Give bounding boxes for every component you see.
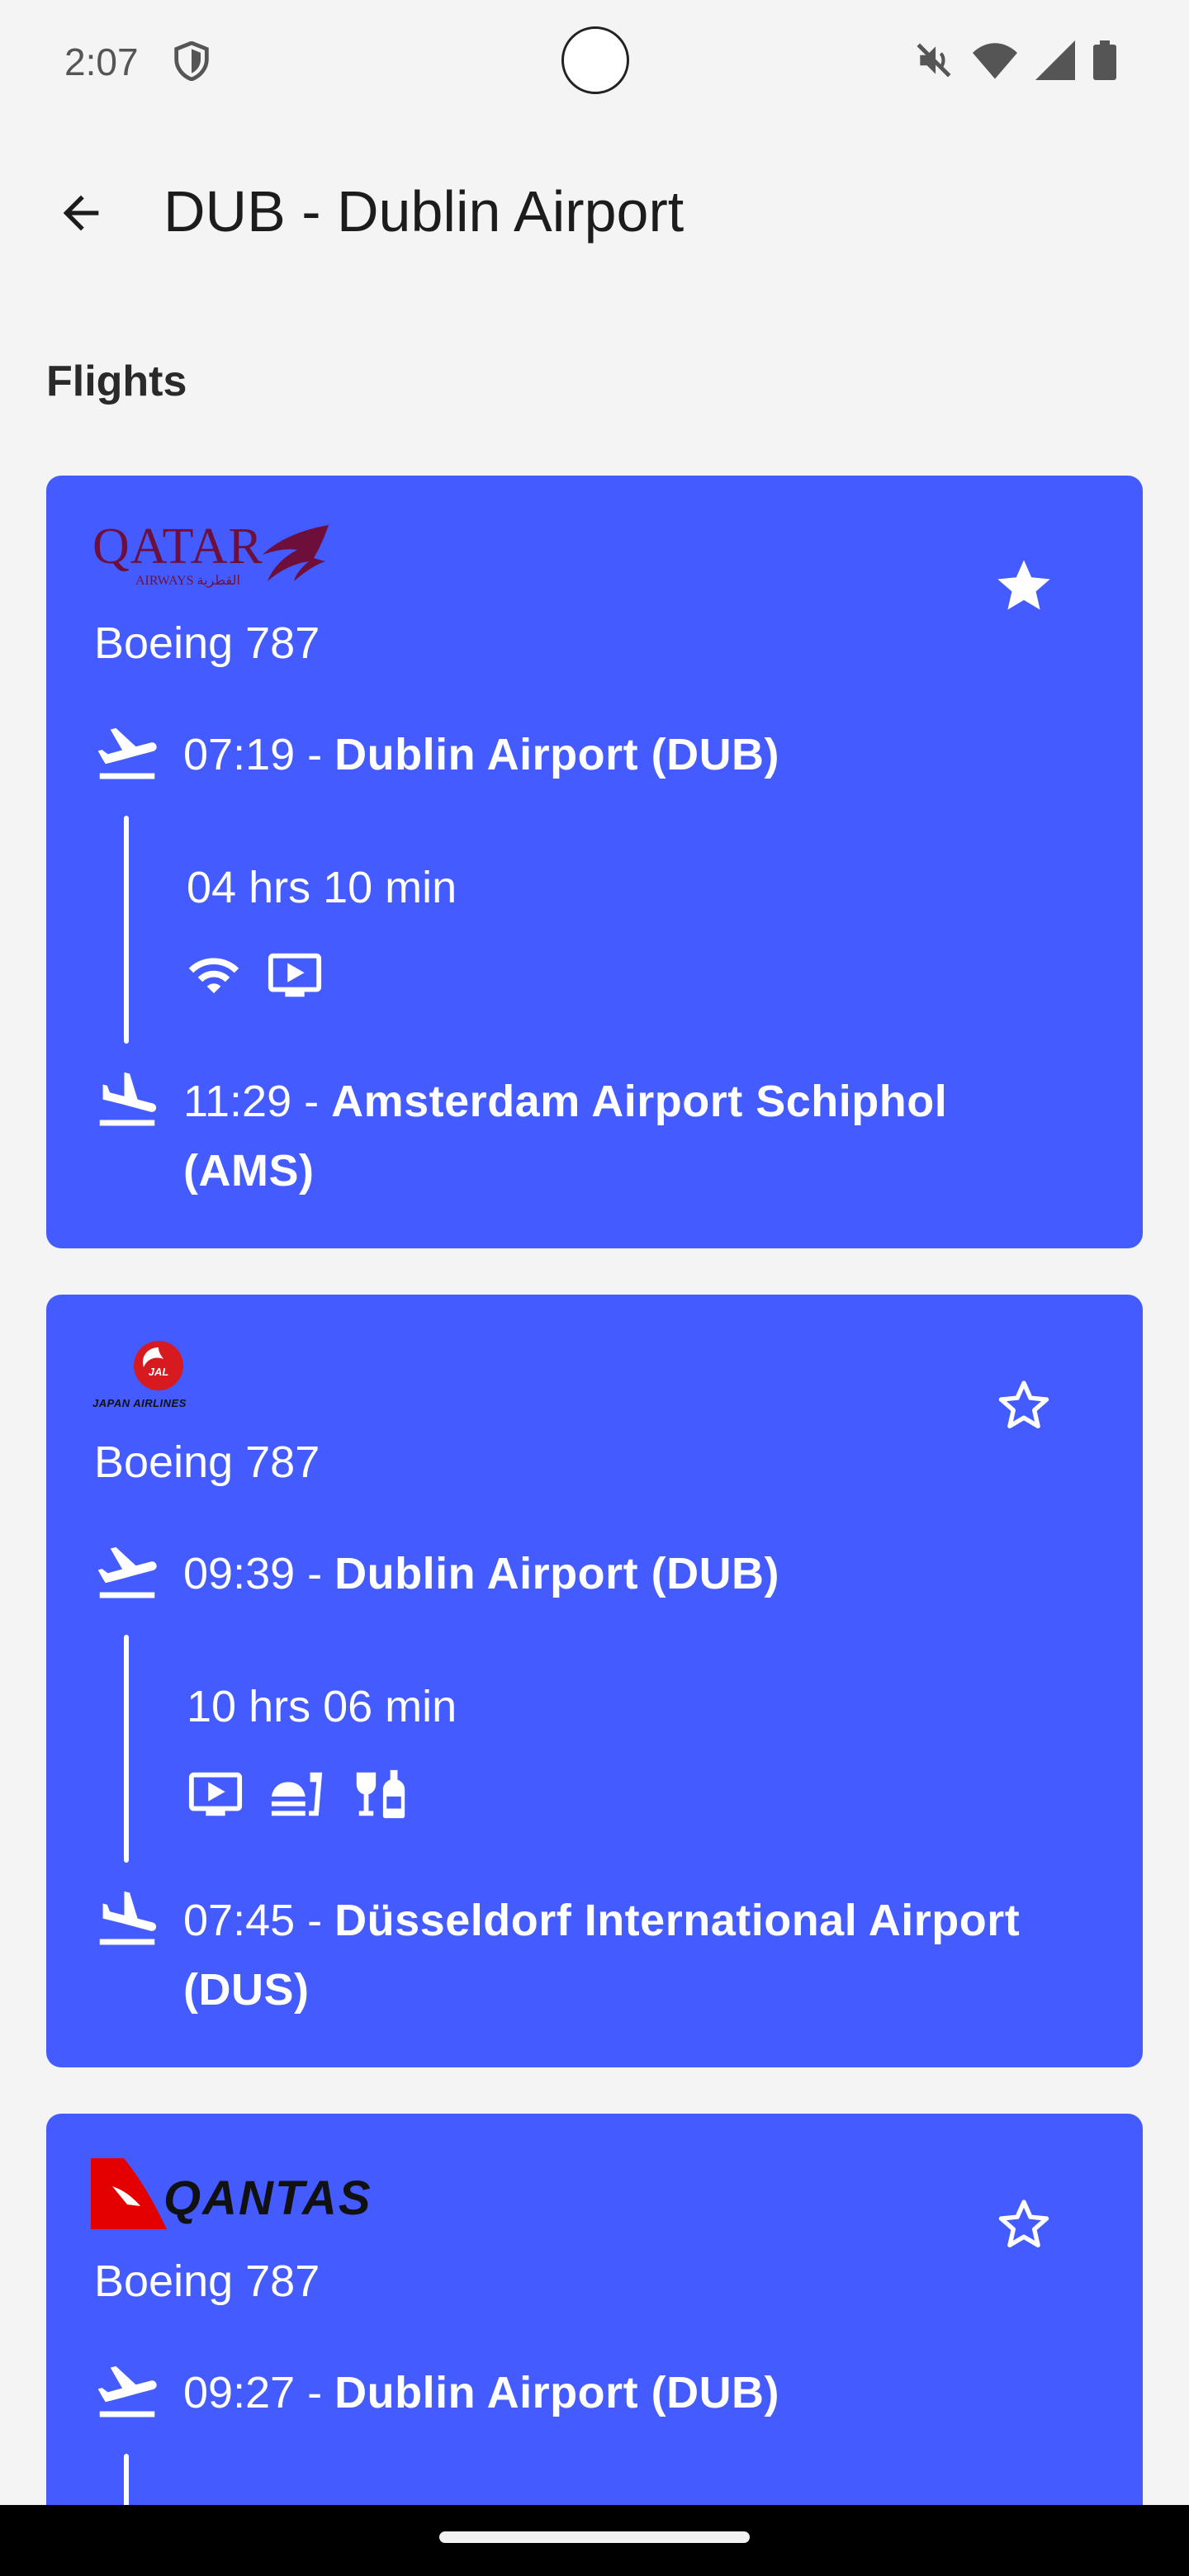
svg-text:QATAR: QATAR [92,522,263,575]
tv-icon [268,953,322,997]
separator: - [295,1549,335,1598]
arrival-time: 07:45 [183,1896,296,1945]
favorite-button[interactable] [983,545,1065,627]
airline-logo-qantas: QANTAS [91,2158,405,2235]
takeoff-icon [97,1546,157,1598]
section-title-flights: Flights [46,358,187,405]
svg-text:JAPAN AIRLINES: JAPAN AIRLINES [92,1397,187,1409]
aircraft-type: Boeing 787 [94,618,320,668]
separator: - [291,1077,332,1126]
takeoff-icon [97,727,157,779]
flight-duration: 10 hrs 06 min [187,1682,457,1731]
svg-text:JAL: JAL [149,1366,169,1378]
wifi-icon [188,958,239,993]
flight-duration: 04 hrs 10 min [187,863,457,912]
arrow-back-icon [63,195,99,231]
page-title: DUB - Dublin Airport [163,179,685,244]
timeline-line [124,816,129,1044]
airline-logo-jal: JAL JAPAN AIRLINES [92,1341,233,1414]
takeoff-icon [97,2365,157,2417]
amenities [187,946,324,1004]
star-filled-icon [997,560,1050,610]
aircraft-type: Boeing 787 [94,1437,320,1487]
flight-card[interactable]: JAL JAPAN AIRLINES Boeing 787 09:39 - Du… [46,1295,1143,2067]
separator: - [295,1896,335,1945]
top-app-bar: DUB - Dublin Airport [0,140,1189,289]
departure-airport: Dublin Airport (DUB) [334,730,780,779]
landing-icon [99,1891,157,1945]
wifi-icon [973,43,1017,79]
favorite-button[interactable] [983,2183,1065,2266]
screen: 2:07 DUB - Dublin Airport Flights QATAR … [0,0,1189,2576]
airline-logo-qatar: QATAR AIRWAYS القطرية [92,519,332,595]
gesture-nav-bar [0,2505,1189,2576]
camera-cutout [561,26,629,94]
battery-icon [1093,40,1116,80]
svg-text:AIRWAYS القطرية: AIRWAYS القطرية [135,574,240,588]
departure-row: 09:27 - Dublin Airport (DUB) [89,2358,1060,2427]
meal-icon [271,1772,323,1816]
tv-icon [188,1772,243,1816]
drinks-icon [356,1769,405,1819]
favorite-button[interactable] [983,1364,1065,1447]
departure-row: 07:19 - Dublin Airport (DUB) [89,720,1060,789]
departure-time: 09:39 [183,1549,296,1598]
signal-icon [1035,40,1075,80]
departure-time: 07:19 [183,730,296,779]
star-outline-icon [998,2200,1049,2248]
departure-airport: Dublin Airport (DUB) [334,2368,780,2417]
status-icons [913,40,1116,81]
back-button[interactable] [41,173,121,253]
amenities [187,1765,410,1823]
separator: - [295,2368,335,2417]
arrival-time: 11:29 [183,1077,292,1126]
departure-airport: Dublin Airport (DUB) [334,1549,780,1598]
landing-icon [99,1072,157,1126]
mute-icon [917,43,951,78]
status-bar: 2:07 [0,0,1189,124]
status-time: 2:07 [64,40,139,83]
home-indicator[interactable] [439,2531,750,2543]
aircraft-type: Boeing 787 [94,2256,320,2306]
separator: - [295,730,335,779]
star-outline-icon [998,1380,1049,1429]
arrival-row: 11:29 - Amsterdam Airport Schiphol (AMS) [89,1067,1060,1205]
departure-time: 09:27 [183,2368,296,2417]
departure-row: 09:39 - Dublin Airport (DUB) [89,1539,1060,1608]
arrival-row: 07:45 - Düsseldorf International Airport… [89,1886,1060,2024]
timeline-line [124,1635,129,1863]
flight-card[interactable]: QATAR AIRWAYS القطرية Boeing 787 07:19 -… [46,476,1143,1248]
svg-text:QANTAS: QANTAS [163,2171,372,2225]
shield-icon [174,41,209,81]
